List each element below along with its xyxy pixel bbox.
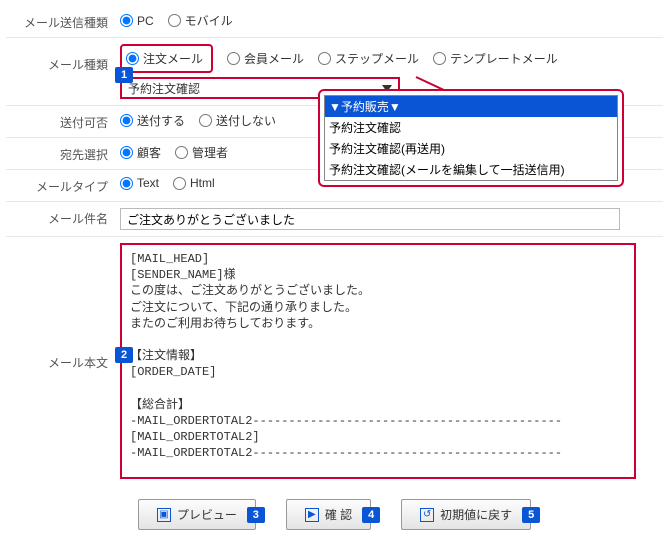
preview-icon: ▣ [157, 508, 171, 522]
label-body: メール本文 [10, 352, 120, 371]
radio-send-yes[interactable]: 送付する [120, 112, 185, 129]
radio-mobile[interactable]: モバイル [168, 12, 233, 29]
radio-step-mail[interactable]: ステップメール [318, 50, 419, 67]
radio-send-no[interactable]: 送付しない [199, 112, 276, 129]
label-subject: メール件名 [10, 208, 120, 227]
dropdown-option-1[interactable]: 予約注文確認 [325, 117, 617, 138]
label-sendable: 送付可否 [10, 112, 120, 131]
reset-label: 初期値に戻す [440, 506, 512, 523]
radio-template-mail[interactable]: テンプレートメール [433, 50, 558, 67]
confirm-icon: ▶ [305, 508, 319, 522]
field-body: [MAIL_HEAD] [SENDER_NAME]様 この度は、ご注文ありがとう… [120, 243, 659, 479]
annotation-3: 3 [247, 507, 265, 523]
annotation-4: 4 [362, 507, 380, 523]
row-send-type: メール送信種類 PC モバイル [6, 6, 663, 38]
field-subject [120, 208, 659, 230]
annotation-1: 1 [115, 67, 133, 83]
dropdown-option-0[interactable]: ▼予約販売▼ [325, 96, 617, 117]
label-mail-kind: メール種類 [10, 44, 120, 73]
row-body: メール本文 [MAIL_HEAD] [SENDER_NAME]様 この度は、ご注… [6, 237, 663, 485]
radio-order-mail[interactable]: 注文メール [126, 50, 203, 67]
radio-customer[interactable]: 顧客 [120, 144, 161, 161]
confirm-button[interactable]: ▶ 確 認 4 [286, 499, 371, 530]
mail-kind-select-value: 予約注文確認 [128, 80, 200, 97]
field-send-type: PC モバイル [120, 12, 659, 29]
label-mail-type: メールタイプ [10, 176, 120, 195]
dropdown-list: ▼予約販売▼ 予約注文確認 予約注文確認(再送用) 予約注文確認(メールを編集し… [324, 95, 618, 181]
form-container: メール送信種類 PC モバイル メール種類 注文メール 会員メール ステップメー… [6, 6, 663, 530]
dropdown-option-2[interactable]: 予約注文確認(再送用) [325, 138, 617, 159]
subject-input[interactable] [120, 208, 620, 230]
radio-order-mail-highlight: 注文メール [120, 44, 213, 73]
preview-button[interactable]: ▣ プレビュー 3 [138, 499, 256, 530]
body-textarea[interactable]: [MAIL_HEAD] [SENDER_NAME]様 この度は、ご注文ありがとう… [120, 243, 636, 479]
radio-pc[interactable]: PC [120, 14, 154, 28]
radio-html[interactable]: Html [173, 176, 215, 190]
dropdown-option-3[interactable]: 予約注文確認(メールを編集して一括送信用) [325, 159, 617, 180]
confirm-label: 確 認 [325, 506, 352, 523]
radio-admin[interactable]: 管理者 [175, 144, 228, 161]
radio-text[interactable]: Text [120, 176, 159, 190]
label-send-type: メール送信種類 [10, 12, 120, 31]
button-row: ▣ プレビュー 3 ▶ 確 認 4 ↺ 初期値に戻す 5 [6, 499, 663, 530]
reset-icon: ↺ [420, 508, 434, 522]
annotation-2: 2 [115, 347, 133, 363]
label-recipient: 宛先選択 [10, 144, 120, 163]
reset-button[interactable]: ↺ 初期値に戻す 5 [401, 499, 531, 530]
dropdown-callout: ▼予約販売▼ 予約注文確認 予約注文確認(再送用) 予約注文確認(メールを編集し… [318, 89, 624, 187]
preview-label: プレビュー [177, 506, 237, 523]
row-subject: メール件名 [6, 202, 663, 237]
radio-member-mail[interactable]: 会員メール [227, 50, 304, 67]
annotation-5: 5 [522, 507, 540, 523]
